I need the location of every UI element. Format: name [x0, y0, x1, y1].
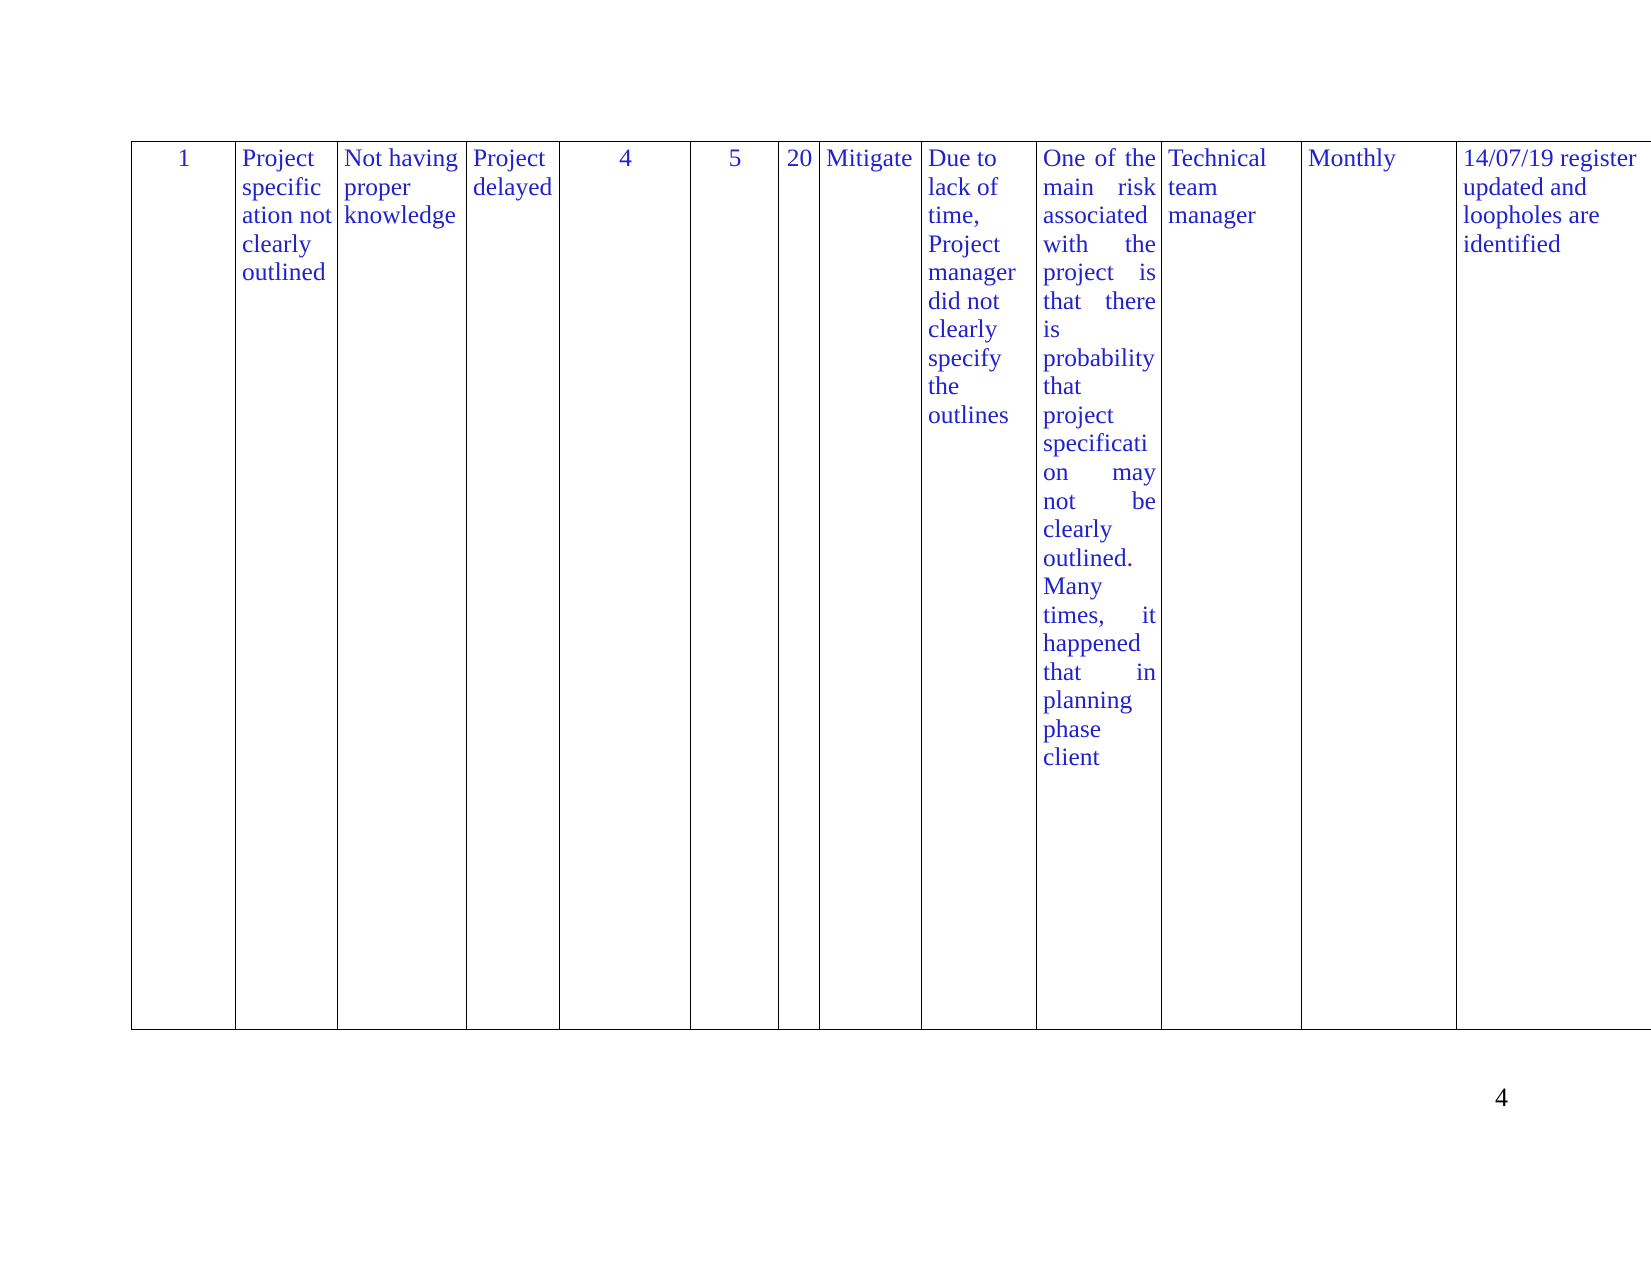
- cell-risk-description: Project specification not clearly outlin…: [235, 141, 338, 1030]
- cell-review-frequency: Monthly: [1301, 141, 1457, 1030]
- cell-risk-response: Mitigate: [819, 141, 922, 1030]
- cell-risk-reason: Due to lack of time, Project manager did…: [921, 141, 1037, 1030]
- cell-risk-cause: Not having proper knowledge: [337, 141, 467, 1030]
- cell-status-update: 14/07/19 register updated and loopholes …: [1456, 141, 1651, 1030]
- cell-risk-id: 1: [131, 141, 236, 1030]
- document-page: 1 Project specification not clearly outl…: [0, 0, 1651, 1275]
- cell-risk-analysis: One of the main risk associated with the…: [1036, 141, 1162, 1030]
- cell-likelihood: 4: [559, 141, 691, 1030]
- cell-risk-owner: Technical team manager: [1161, 141, 1302, 1030]
- cell-risk-score: 20: [778, 141, 820, 1030]
- risk-analysis-text: One of the main risk associated with the…: [1043, 143, 1156, 772]
- risk-register-table: 1 Project specification not clearly outl…: [131, 141, 1651, 1030]
- risk-register-table-container: 1 Project specification not clearly outl…: [131, 141, 1651, 1030]
- table-row: 1 Project specification not clearly outl…: [131, 141, 1651, 1030]
- page-number: 4: [1495, 1083, 1508, 1112]
- cell-risk-impact: Project delayed: [466, 141, 560, 1030]
- cell-severity: 5: [690, 141, 779, 1030]
